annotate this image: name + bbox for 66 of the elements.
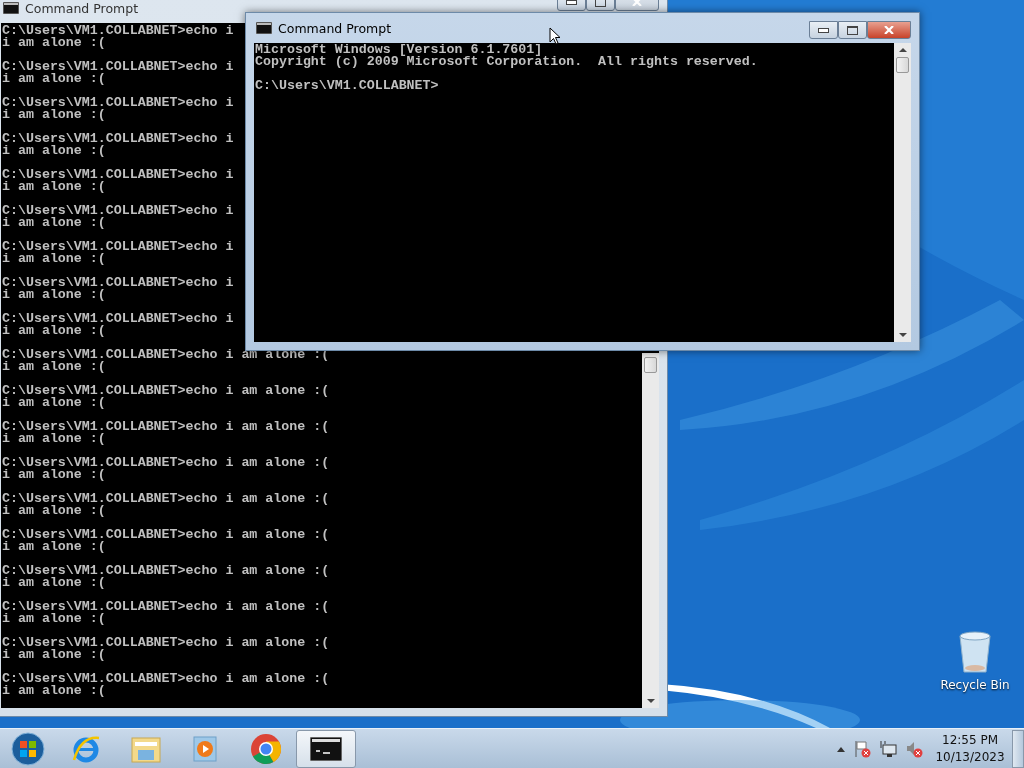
close-icon <box>884 26 894 34</box>
console-icon <box>3 2 19 14</box>
show-desktop-button[interactable] <box>1012 729 1024 768</box>
console-line: i am alone :( <box>2 109 106 121</box>
monitor-icon[interactable] <box>880 739 898 758</box>
console-line: i am alone :( <box>2 73 106 85</box>
console-line: i am alone :( <box>2 181 106 193</box>
console-line: C:\Users\VM1.COLLABNET>echo i am alone :( <box>2 421 330 433</box>
console-line: C:\Users\VM1.COLLABNET>echo i <box>2 205 234 217</box>
close-icon <box>632 0 642 6</box>
scrollbar[interactable] <box>642 353 659 708</box>
console-line: i am alone :( <box>2 613 106 625</box>
flag-icon[interactable] <box>854 739 872 758</box>
console-line: C:\Users\VM1.COLLABNET>echo i <box>2 25 234 37</box>
window-title: Command Prompt <box>278 20 393 36</box>
console-line: C:\Users\VM1.COLLABNET> <box>255 80 439 92</box>
icon-label[interactable]: Recycle Bin <box>940 678 1010 692</box>
clock-time[interactable]: 12:55 PM <box>942 731 998 749</box>
console-line: C:\Users\VM1.COLLABNET>echo i <box>2 313 234 325</box>
console-line: i am alone :( <box>2 217 106 229</box>
console-line: C:\Users\VM1.COLLABNET>echo i am alone :( <box>2 529 330 541</box>
console-line: C:\Users\VM1.COLLABNET>echo i <box>2 169 234 181</box>
up-arrow-icon[interactable] <box>836 745 846 752</box>
console-line: C:\Users\VM1.COLLABNET>echo i am alone :( <box>2 637 330 649</box>
console-line: i am alone :( <box>2 505 106 517</box>
console-line: C:\Users\VM1.COLLABNET>echo i am alone :( <box>2 385 330 397</box>
scroll-thumb[interactable] <box>896 57 909 73</box>
console-line: i am alone :( <box>2 253 106 265</box>
console-line: i am alone :( <box>2 649 106 661</box>
console-line: C:\Users\VM1.COLLABNET>echo i am alone :( <box>2 493 330 505</box>
console-line: C:\Users\VM1.COLLABNET>echo i <box>2 133 234 145</box>
console-line: C:\Users\VM1.COLLABNET>echo i <box>2 61 234 73</box>
console-line: C:\Users\VM1.COLLABNET>echo i am alone :( <box>2 565 330 577</box>
console-line: i am alone :( <box>2 541 106 553</box>
window-title: Command Prompt <box>25 0 140 16</box>
recycle-bin-icon[interactable] <box>957 630 993 674</box>
console-line: Microsoft Windows [Version 6.1.7601] <box>255 44 543 56</box>
console-line: i am alone :( <box>2 685 106 697</box>
console-line: i am alone :( <box>2 145 106 157</box>
chrome-icon <box>250 732 282 765</box>
close-button[interactable] <box>867 21 911 39</box>
minimize-button[interactable] <box>809 21 838 39</box>
console-line: i am alone :( <box>2 37 106 49</box>
console-line: C:\Users\VM1.COLLABNET>echo i am alone :( <box>2 601 330 613</box>
console-line: C:\Users\VM1.COLLABNET>echo i am alone :( <box>2 457 330 469</box>
console-line: C:\Users\VM1.COLLABNET>echo i <box>2 277 234 289</box>
console-line: i am alone :( <box>2 325 106 337</box>
console-line: C:\Users\VM1.COLLABNET>echo i am alone :( <box>2 673 330 685</box>
console-line: i am alone :( <box>2 433 106 445</box>
console-line: C:\Users\VM1.COLLABNET>echo i <box>2 241 234 253</box>
taskbar-button[interactable] <box>296 729 356 768</box>
console-line: i am alone :( <box>2 469 106 481</box>
console-line: Copyright (c) 2009 Microsoft Corporation. All rights reserved. <box>255 56 758 68</box>
play-icon <box>192 733 220 764</box>
scrollbar[interactable] <box>894 43 911 342</box>
console-icon <box>310 736 342 761</box>
clock-date[interactable]: 10/13/2023 <box>935 748 1005 766</box>
maximize-button[interactable] <box>838 21 867 39</box>
scroll-thumb[interactable] <box>644 357 657 373</box>
console-line: i am alone :( <box>2 397 106 409</box>
console-icon <box>256 22 272 34</box>
console-line: i am alone :( <box>2 361 106 373</box>
console-line: i am alone :( <box>2 289 106 301</box>
console-line: C:\Users\VM1.COLLABNET>echo i <box>2 97 234 109</box>
start-orb-icon <box>11 731 45 766</box>
console-line: i am alone :( <box>2 577 106 589</box>
